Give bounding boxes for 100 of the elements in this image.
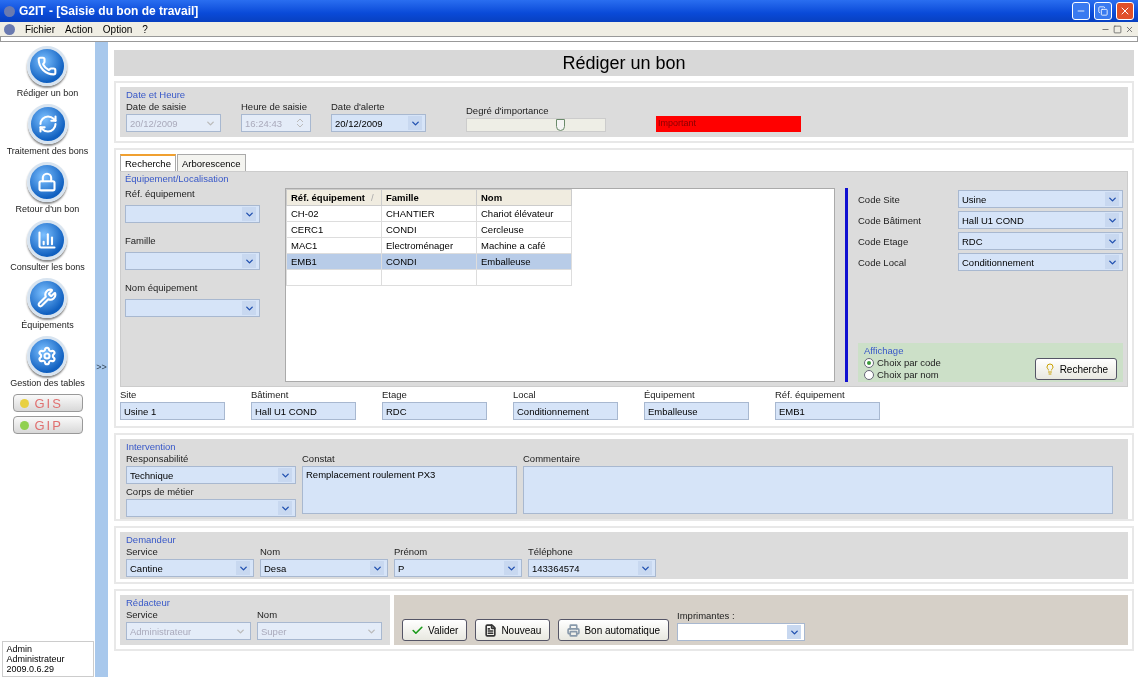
table-row[interactable]: EMB1 CONDI Emballeuse bbox=[286, 253, 572, 270]
user-info-text: Admin bbox=[6, 644, 33, 654]
printer-icon bbox=[567, 623, 581, 637]
group-title: Affichage bbox=[864, 345, 905, 356]
dropdown-field[interactable]: RDC bbox=[958, 232, 1123, 250]
column-header[interactable]: Famille bbox=[381, 189, 477, 206]
field-label: Service bbox=[126, 609, 159, 620]
sidebar-item[interactable]: Traitement des bons bbox=[6, 104, 89, 156]
field-label: Date d'alerte bbox=[331, 101, 386, 112]
field-label: Nom bbox=[260, 546, 282, 557]
dropdown-field[interactable]: Hall U1 COND bbox=[958, 211, 1123, 229]
dropdown-field[interactable] bbox=[125, 252, 260, 270]
sidebar-item[interactable]: Retour d'un bon bbox=[15, 162, 80, 214]
sidebar-item[interactable]: Consulter les bons bbox=[10, 220, 85, 272]
field-label: Constat bbox=[302, 453, 336, 464]
table-row[interactable]: CERC1 CONDI Cercleuse bbox=[286, 221, 572, 238]
menu-item[interactable]: Action bbox=[65, 23, 93, 35]
tab[interactable]: Arborescence bbox=[176, 154, 246, 171]
field-label: Date de saisie bbox=[126, 101, 188, 112]
field-label: Réf. équipement bbox=[125, 188, 196, 199]
document-icon bbox=[484, 623, 498, 637]
field-label: Commentaire bbox=[523, 453, 582, 464]
text-field[interactable]: Usine 1 bbox=[120, 402, 225, 420]
user-info-text: Administrateur bbox=[6, 654, 66, 664]
field-label: Réf. équipement bbox=[775, 389, 846, 400]
radio-button[interactable] bbox=[864, 369, 874, 380]
dropdown-field[interactable]: Conditionnement bbox=[958, 253, 1123, 271]
chevron-down-icon bbox=[1105, 192, 1119, 206]
chevron-down-icon bbox=[1105, 234, 1119, 248]
menu-item[interactable]: Fichier bbox=[25, 23, 55, 35]
text-field[interactable]: EMB1 bbox=[775, 402, 880, 420]
field-label: Site bbox=[120, 389, 138, 400]
close-icon[interactable] bbox=[1125, 24, 1134, 34]
text-field[interactable]: Emballeuse bbox=[644, 402, 749, 420]
importance-indicator: Important bbox=[656, 116, 801, 132]
dropdown-field[interactable]: Cantine bbox=[126, 559, 254, 577]
chevron-down-icon bbox=[278, 468, 292, 482]
splitter-bar[interactable]: >> bbox=[95, 42, 108, 677]
date-field[interactable]: 20/12/2009 bbox=[331, 114, 426, 132]
sidebar-item[interactable]: Équipements bbox=[21, 278, 74, 330]
text-field[interactable]: Conditionnement bbox=[513, 402, 618, 420]
dropdown-field[interactable]: Technique bbox=[126, 466, 296, 484]
text-field[interactable]: Hall U1 COND bbox=[251, 402, 356, 420]
minimize-button[interactable] bbox=[1072, 2, 1090, 20]
dropdown-field[interactable] bbox=[126, 499, 296, 517]
page-title: Rédiger un bon bbox=[114, 50, 1134, 76]
field-label: Corps de métier bbox=[126, 486, 195, 497]
column-header[interactable]: Réf. équipement / bbox=[286, 189, 382, 206]
app-icon bbox=[4, 5, 15, 17]
dropdown-field[interactable]: Usine bbox=[958, 190, 1123, 208]
action-button[interactable]: Valider bbox=[402, 619, 468, 641]
action-button[interactable]: Bon automatique bbox=[558, 619, 670, 641]
group-title: Date et Heure bbox=[126, 89, 187, 100]
wrench-icon bbox=[27, 278, 68, 318]
chevron-down-icon bbox=[787, 625, 802, 639]
field-label: Téléphone bbox=[528, 546, 574, 557]
dropdown-field[interactable]: P bbox=[394, 559, 522, 577]
expand-toggle[interactable]: >> bbox=[96, 362, 107, 372]
dropdown-field[interactable]: 143364574 bbox=[528, 559, 656, 577]
lightbulb-icon bbox=[1043, 363, 1056, 375]
dropdown-field[interactable] bbox=[677, 623, 806, 641]
text-field[interactable]: RDC bbox=[382, 402, 487, 420]
slider-thumb[interactable] bbox=[555, 119, 565, 131]
group-title: Rédacteur bbox=[126, 597, 171, 608]
radio-label[interactable]: Choix par code bbox=[877, 357, 941, 368]
check-icon bbox=[411, 623, 424, 637]
group-title: Intervention bbox=[126, 441, 177, 452]
chevron-down-icon bbox=[370, 561, 384, 575]
table-row[interactable]: CH-02 CHANTIER Chariot élévateur bbox=[286, 205, 572, 222]
field-label: Prénom bbox=[394, 546, 429, 557]
text-area[interactable]: Remplacement roulement PX3 bbox=[302, 466, 517, 514]
column-header[interactable]: Nom bbox=[476, 189, 572, 206]
menu-item[interactable]: Option bbox=[102, 23, 133, 35]
sidebar-item[interactable]: Gestion des tables bbox=[10, 336, 85, 388]
sidebar-item[interactable]: Rédiger un bon bbox=[16, 46, 79, 98]
importance-slider[interactable] bbox=[466, 118, 606, 132]
field-label: Code Site bbox=[858, 193, 900, 205]
restore-icon bbox=[1098, 6, 1108, 16]
field-label: Famille bbox=[125, 235, 157, 246]
close-button[interactable] bbox=[1116, 2, 1134, 20]
chevron-down-icon bbox=[278, 501, 292, 515]
radio-button[interactable] bbox=[864, 357, 874, 368]
dropdown-field[interactable] bbox=[125, 299, 260, 317]
chevron-down-icon bbox=[242, 301, 256, 315]
search-button[interactable]: Recherche bbox=[1034, 358, 1117, 380]
group-title: Équipement/Localisation bbox=[125, 173, 230, 184]
field-label: Nom bbox=[257, 609, 279, 620]
tab[interactable]: Recherche bbox=[120, 154, 176, 171]
action-button[interactable]: Nouveau bbox=[475, 619, 551, 641]
field-label: Nom équipement bbox=[125, 282, 199, 293]
chevron-down-icon bbox=[408, 116, 422, 130]
field-label: Responsabilité bbox=[126, 453, 190, 464]
dropdown-field[interactable]: Desa bbox=[260, 559, 388, 577]
radio-label[interactable]: Choix par nom bbox=[877, 369, 939, 380]
table-row[interactable]: MAC1 Electroménager Machine a café bbox=[286, 237, 572, 254]
restore-icon[interactable] bbox=[1113, 24, 1122, 34]
dropdown-field[interactable] bbox=[125, 205, 260, 223]
chevron-down-icon bbox=[242, 207, 256, 221]
menu-item[interactable]: ? bbox=[142, 23, 148, 35]
restore-button[interactable] bbox=[1094, 2, 1112, 20]
